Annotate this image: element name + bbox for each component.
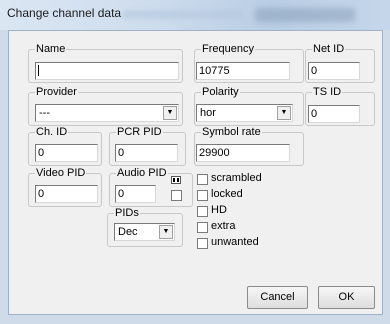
frequency-label: Frequency xyxy=(201,43,255,55)
net-id-input[interactable]: 0 xyxy=(308,62,360,80)
frequency-value: 10775 xyxy=(199,65,230,77)
audio-option-checkbox[interactable] xyxy=(171,190,182,201)
chevron-down-icon[interactable]: ▼ xyxy=(159,225,173,239)
net-id-value: 0 xyxy=(311,65,318,77)
locked-label: locked xyxy=(211,188,243,200)
frequency-input[interactable]: 10775 xyxy=(196,62,290,80)
ts-id-label: TS ID xyxy=(312,86,343,98)
symbol-rate-value: 29900 xyxy=(199,147,230,159)
name-label: Name xyxy=(35,43,67,55)
ts-id-input[interactable]: 0 xyxy=(308,105,360,123)
ts-id-value: 0 xyxy=(311,108,318,120)
polarity-select[interactable]: hor ▼ xyxy=(196,104,293,122)
video-pid-input[interactable]: 0 xyxy=(35,185,98,203)
polarity-label: Polarity xyxy=(201,86,240,98)
provider-select[interactable]: --- ▼ xyxy=(35,104,179,122)
pcr-pid-input[interactable]: 0 xyxy=(115,144,178,162)
ch-id-value: 0 xyxy=(38,147,45,159)
ch-id-input[interactable]: 0 xyxy=(35,144,98,162)
provider-value: --- xyxy=(39,107,50,119)
chevron-down-icon[interactable]: ▼ xyxy=(277,106,291,120)
ch-id-label: Ch. ID xyxy=(35,126,69,138)
unwanted-checkbox[interactable] xyxy=(197,238,208,249)
dialog-client-area: Name Frequency 10775 Net ID 0 Provider -… xyxy=(8,30,383,315)
polarity-value: hor xyxy=(200,107,216,119)
hd-checkbox[interactable] xyxy=(197,206,208,217)
pcr-pid-value: 0 xyxy=(118,147,125,159)
ok-button[interactable]: OK xyxy=(318,286,375,309)
blurred-title-area-2 xyxy=(255,8,355,22)
dialog-window: Change channel data Name Frequency 10775… xyxy=(0,0,390,324)
audio-pid-value: 0 xyxy=(118,188,125,200)
scrambled-label: scrambled xyxy=(211,172,262,184)
pids-value: Dec xyxy=(118,226,138,238)
hd-label: HD xyxy=(211,204,227,216)
audio-pid-label: Audio PID xyxy=(116,167,168,179)
unwanted-label: unwanted xyxy=(211,236,259,248)
extra-checkbox[interactable] xyxy=(197,222,208,233)
locked-checkbox[interactable] xyxy=(197,190,208,201)
provider-label: Provider xyxy=(35,86,78,98)
name-input[interactable] xyxy=(35,62,179,80)
text-caret xyxy=(38,65,39,76)
pids-label: PIDs xyxy=(114,207,140,219)
title-bar[interactable]: Change channel data xyxy=(0,0,390,30)
video-pid-value: 0 xyxy=(38,188,45,200)
symbol-rate-label: Symbol rate xyxy=(201,126,262,138)
window-title: Change channel data xyxy=(7,6,122,20)
cancel-button[interactable]: Cancel xyxy=(247,286,308,309)
audio-pid-input[interactable]: 0 xyxy=(115,185,156,203)
blurred-title-area xyxy=(123,10,243,19)
pcr-pid-label: PCR PID xyxy=(116,126,163,138)
stereo-icon[interactable] xyxy=(171,176,181,184)
net-id-label: Net ID xyxy=(312,43,346,55)
chevron-down-icon[interactable]: ▼ xyxy=(163,106,177,120)
pids-select[interactable]: Dec ▼ xyxy=(114,223,175,241)
scrambled-checkbox[interactable] xyxy=(197,174,208,185)
extra-label: extra xyxy=(211,220,236,232)
video-pid-label: Video PID xyxy=(35,167,87,179)
symbol-rate-input[interactable]: 29900 xyxy=(196,144,290,162)
